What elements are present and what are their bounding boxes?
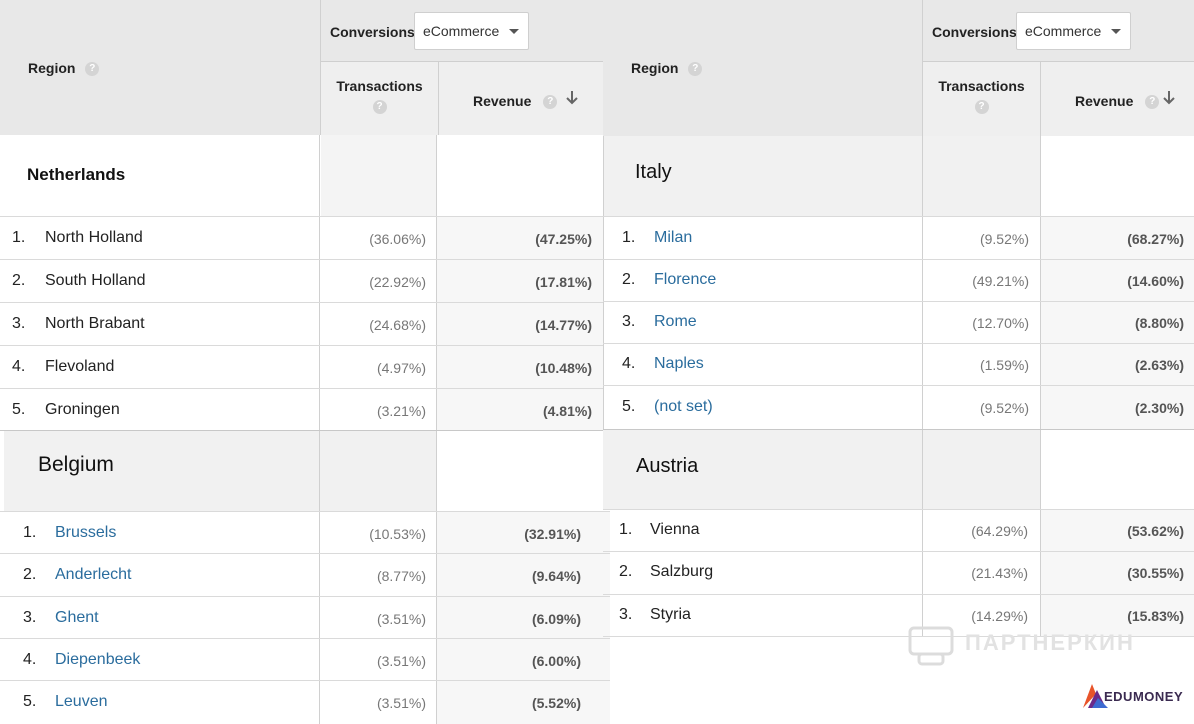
table-row[interactable]: 3. North Brabant (24.68%) (14.77%) <box>0 303 603 345</box>
table-row[interactable]: 1. Milan (9.52%) (68.27%) <box>603 217 1194 259</box>
region-link[interactable]: Anderlecht <box>55 566 132 584</box>
dropdown-value: eCommerce <box>1025 23 1102 39</box>
region-link[interactable]: Florence <box>654 271 716 289</box>
caret-down-icon <box>509 29 519 34</box>
table-row[interactable]: 2. Salzburg (21.43%) (30.55%) <box>603 552 1194 594</box>
country-heading: Austria <box>636 455 699 477</box>
region-link[interactable]: Brussels <box>55 524 116 542</box>
vr-headset-icon <box>908 626 954 666</box>
region-link[interactable]: Naples <box>654 355 704 373</box>
country-heading: Netherlands <box>27 165 126 184</box>
table-row[interactable]: 1. North Holland (36.06%) (47.25%) <box>0 217 603 259</box>
help-icon[interactable]: ? <box>1145 95 1160 110</box>
table-row[interactable]: 5. (not set) (9.52%) (2.30%) <box>603 386 1194 429</box>
revenue-header[interactable]: Revenue ? <box>1075 93 1160 110</box>
region-header[interactable]: Region ? <box>631 60 703 77</box>
region-link[interactable]: Ghent <box>55 609 99 627</box>
table-row[interactable]: 5. Leuven (3.51%) (5.52%) <box>0 681 610 724</box>
netherlands-panel: Netherlands 1. North Holland (36.06%) (4… <box>0 135 603 430</box>
help-icon[interactable]: ? <box>688 62 703 77</box>
sort-desc-icon[interactable] <box>1162 90 1176 106</box>
revenue-header[interactable]: Revenue ? <box>473 93 558 110</box>
table-row[interactable]: 4. Naples (1.59%) (2.63%) <box>603 344 1194 386</box>
austria-panel: Austria 1. Vienna (64.29%) (53.62%) 2. S… <box>603 430 1194 637</box>
region-link[interactable]: (not set) <box>654 398 713 416</box>
conversions-dropdown[interactable]: eCommerce <box>414 12 529 50</box>
table-row[interactable]: 2. Anderlecht (8.77%) (9.64%) <box>0 554 610 596</box>
edumoney-logo: EDUMONEY <box>1080 680 1184 712</box>
table-row[interactable]: 2. South Holland (22.92%) (17.81%) <box>0 260 603 302</box>
transactions-header[interactable]: Transactions ? <box>321 78 438 114</box>
region-header[interactable]: Region ? <box>28 60 100 77</box>
region-link[interactable]: Leuven <box>55 693 108 711</box>
table-row[interactable]: 2. Florence (49.21%) (14.60%) <box>603 260 1194 302</box>
table-row[interactable]: 3. Rome (12.70%) (8.80%) <box>603 302 1194 344</box>
dropdown-value: eCommerce <box>423 23 500 39</box>
help-icon[interactable]: ? <box>974 100 989 114</box>
help-icon[interactable]: ? <box>372 100 387 114</box>
help-icon[interactable]: ? <box>85 62 100 77</box>
region-link[interactable]: Milan <box>654 229 692 247</box>
transactions-header[interactable]: Transactions ? <box>923 78 1040 114</box>
table-row[interactable]: 1. Vienna (64.29%) (53.62%) <box>603 510 1194 552</box>
country-heading: Italy <box>635 161 672 183</box>
sort-desc-icon[interactable] <box>565 90 579 106</box>
partnerkin-watermark: ПАРТНЕРКИН <box>905 620 1145 670</box>
region-link[interactable]: Diepenbeek <box>55 651 140 669</box>
caret-down-icon <box>1111 29 1121 34</box>
belgium-panel: Belgium 1. Brussels (10.53%) (32.91%) 2.… <box>0 431 610 724</box>
conversions-label: Conversions <box>932 24 1017 40</box>
conversions-label: Conversions <box>330 24 415 40</box>
conversions-dropdown[interactable]: eCommerce <box>1016 12 1131 50</box>
help-icon[interactable]: ? <box>543 95 558 110</box>
country-heading: Belgium <box>38 453 114 476</box>
region-link[interactable]: Rome <box>654 313 697 331</box>
table-row[interactable]: 3. Ghent (3.51%) (6.09%) <box>0 597 610 639</box>
table-row[interactable]: 4. Flevoland (4.97%) (10.48%) <box>0 346 603 388</box>
table-row[interactable]: 1. Brussels (10.53%) (32.91%) <box>0 512 610 554</box>
italy-panel: Italy 1. Milan (9.52%) (68.27%) 2. Flore… <box>603 136 1194 429</box>
table-row[interactable]: 5. Groningen (3.21%) (4.81%) <box>0 389 603 430</box>
table-row[interactable]: 4. Diepenbeek (3.51%) (6.00%) <box>0 639 610 681</box>
